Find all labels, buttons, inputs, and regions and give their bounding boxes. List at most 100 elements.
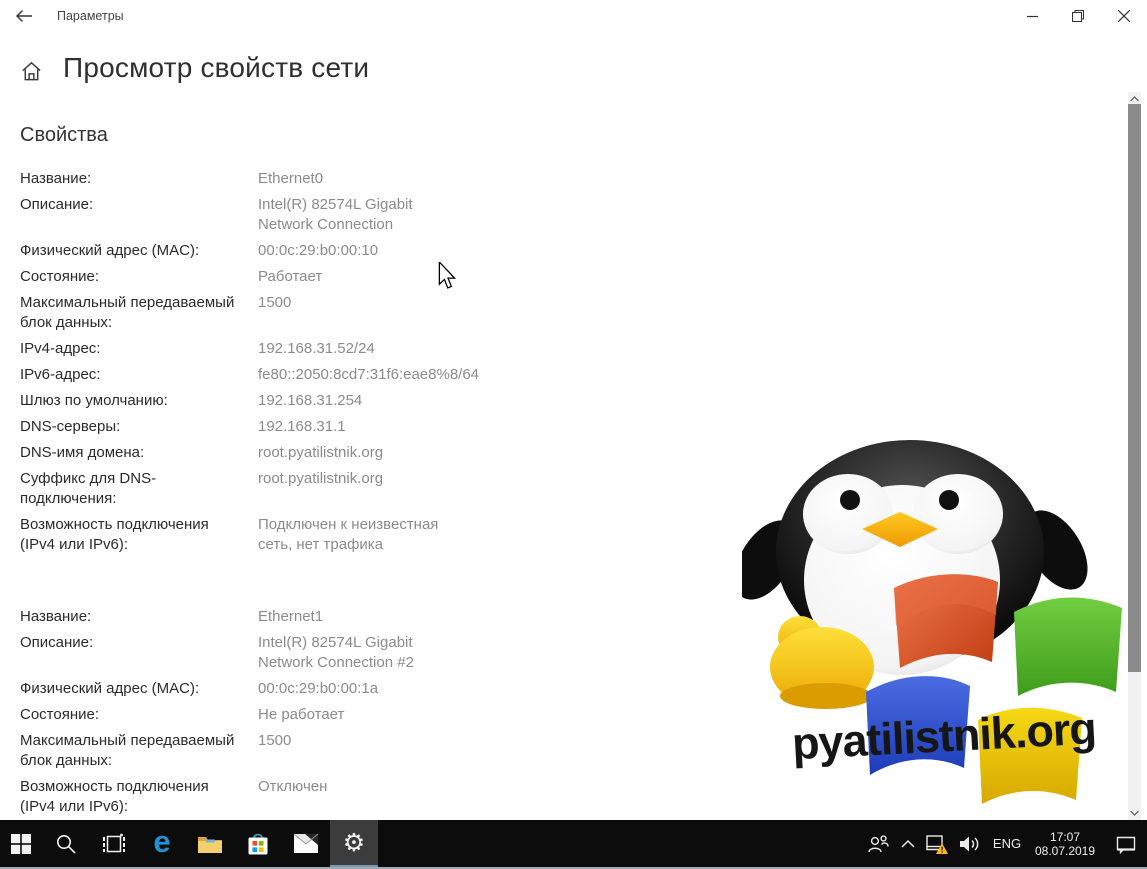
property-label: Возможность подключения (IPv4 или IPv6): [20,778,209,815]
property-label: Физический адрес (MAC): [20,242,200,259]
settings-button[interactable]: ⚙ [330,820,378,867]
network-warning-icon [925,833,949,855]
property-row: Название: Ethernet0 [20,169,460,189]
property-row: Возможность подключения (IPv4 или IPv6):… [20,777,460,817]
property-label: Возможность подключения (IPv4 или IPv6): [20,516,209,553]
adapter-properties-ethernet0: Название: Ethernet0 Описание: Intel(R) 8257… [20,169,479,555]
task-view-button[interactable] [90,820,138,867]
property-value: 192.168.31.52/24 [258,340,375,357]
store-button[interactable] [234,820,282,867]
property-value: Ethernet1 [258,608,324,625]
start-icon [11,833,31,854]
property-row: Максимальный передаваемый блок данных: 15… [20,293,460,333]
file-explorer-icon [197,833,223,855]
property-value: Отключен [258,778,328,795]
taskbar: e ⚙ ENG 17:07 08.07.2019 [0,820,1147,869]
home-icon [20,60,43,83]
action-center-icon [1115,834,1137,854]
speaker-icon [958,834,982,854]
tray-overflow-button[interactable] [895,820,921,867]
vertical-scrollbar[interactable] [1128,92,1141,820]
back-button[interactable] [6,0,42,32]
start-button[interactable] [0,820,42,867]
property-row: Физический адрес (MAC): 00:0c:29:b0:00:10 [20,241,460,261]
settings-window: Параметры Просмотр свойств сети Свойства… [0,0,1147,869]
close-button[interactable] [1101,0,1147,32]
property-label: Шлюз по умолчанию: [20,392,168,409]
volume-button[interactable] [953,820,987,867]
property-label: IPv4-адрес: [20,340,101,357]
scroll-down-arrow-icon[interactable] [1128,806,1141,820]
property-row: DNS-серверы: 192.168.31.1 [20,417,460,437]
property-row: Описание: Intel(R) 82574L Gigabit Network… [20,195,460,235]
property-value: 00:0c:29:b0:00:10 [258,242,379,259]
property-label: DNS-имя домена: [20,444,145,461]
system-tray: ENG 17:07 08.07.2019 [861,820,1147,867]
property-value: root.pyatilistnik.org [258,444,384,461]
property-label: Название: [20,608,92,625]
section-title: Свойства [20,124,108,146]
property-row: Состояние: Работает [20,267,460,287]
property-label: Состояние: [20,706,100,723]
windows-flag-logo [866,574,1122,804]
app-title: Параметры [57,9,124,23]
file-explorer-button[interactable] [186,820,234,867]
settings-gear-icon: ⚙ [342,828,366,857]
property-label: Описание: [20,634,94,651]
scrollbar-thumb[interactable] [1128,104,1141,672]
mail-button[interactable] [282,820,330,867]
property-value: Intel(R) 82574L Gigabit Network Connecti… [258,196,413,233]
property-value: 192.168.31.254 [258,392,363,409]
property-label: Физический адрес (MAC): [20,680,200,697]
property-row: Физический адрес (MAC): 00:0c:29:b0:00:1a [20,679,460,699]
property-value: Intel(R) 82574L Gigabit Network Connecti… [258,634,414,671]
property-label: Максимальный передаваемый блок данных: [20,732,235,769]
people-icon [867,834,889,854]
property-value: 192.168.31.1 [258,418,346,435]
property-label: Максимальный передаваемый блок данных: [20,294,235,331]
search-button[interactable] [42,820,90,867]
back-arrow-icon [15,9,33,23]
property-label: Название: [20,170,92,187]
property-value: Работает [258,268,323,285]
clock[interactable]: 17:07 08.07.2019 [1027,820,1105,867]
search-icon [55,833,77,855]
language-indicator[interactable]: ENG [987,820,1027,867]
network-properties-panel: Свойства Название: Ethernet0 Описание: Inte… [20,124,479,823]
taskbar-app-icons: e ⚙ [0,820,378,867]
task-view-icon [102,833,126,855]
property-value: fe80::2050:8cd7:31f6:eae8%8/64 [258,366,480,383]
property-label: Суффикс для DNS- подключения: [20,470,157,507]
property-row: Шлюз по умолчанию: 192.168.31.254 [20,391,460,411]
restore-button[interactable] [1055,0,1101,32]
edge-icon: e [153,824,171,859]
property-label: DNS-серверы: [20,418,121,435]
mail-icon [293,833,319,854]
action-center-button[interactable] [1105,820,1147,867]
property-value: 00:0c:29:b0:00:1a [258,680,379,697]
minimize-button[interactable] [1009,0,1055,32]
property-value: Не работает [258,706,345,723]
property-row: Суффикс для DNS- подключения: root.pyatil… [20,469,460,509]
window-controls [1009,0,1147,32]
network-status-button[interactable] [921,820,953,867]
property-row: IPv6-адрес: fe80::2050:8cd7:31f6:eae8%8/6… [20,365,479,385]
property-value: Ethernet0 [258,170,324,187]
penguin-watermark-image: pyatilistnik.org [742,430,1124,810]
tray-date: 08.07.2019 [1034,843,1096,858]
store-icon [246,831,270,856]
chevron-up-icon [901,839,915,848]
property-row: Возможность подключения (IPv4 или IPv6):… [20,515,460,555]
property-row: IPv4-адрес: 192.168.31.52/24 [20,339,460,359]
edge-button[interactable]: e [138,820,186,867]
property-label: Состояние: [20,268,100,285]
people-button[interactable] [861,820,895,867]
property-row: Название: Ethernet1 [20,607,460,627]
title-bar: Параметры [0,0,1147,32]
property-row: Максимальный передаваемый блок данных: 15… [20,731,460,771]
property-row: Описание: Intel(R) 82574L Gigabit Network… [20,633,460,673]
property-value: Подключен к неизвестная сеть, нет трафик… [258,516,439,553]
property-value: 1500 [258,732,292,749]
property-row: Состояние: Не работает [20,705,460,725]
page-title: Просмотр свойств сети [63,52,370,83]
